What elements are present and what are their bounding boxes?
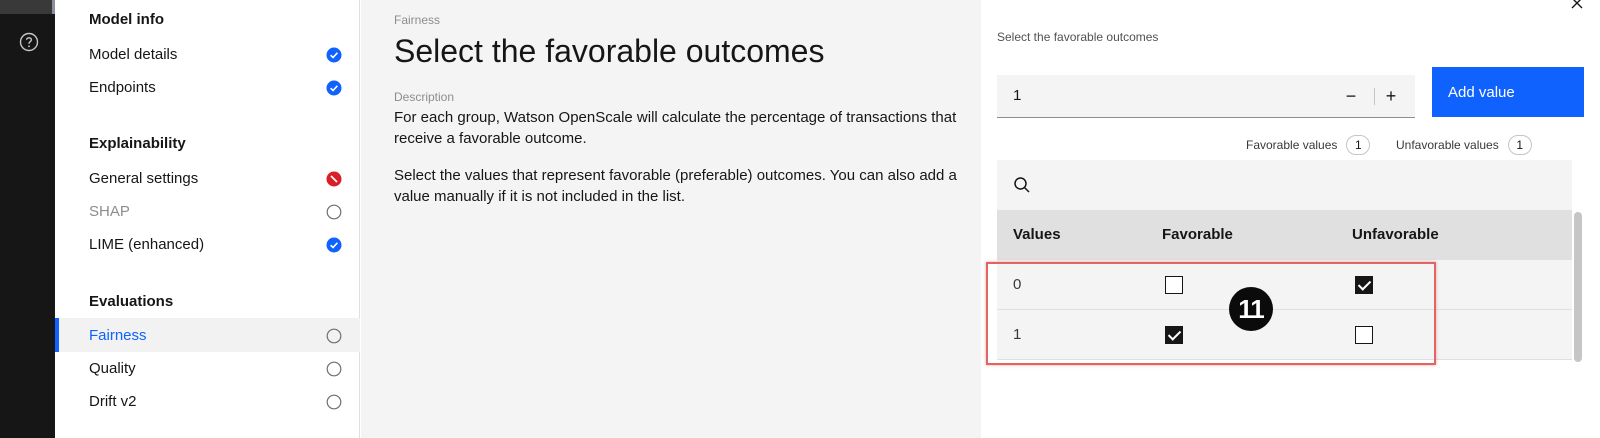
values-table: Values Favorable Unfavorable 0 1 [997,210,1572,360]
table-row: 0 [997,260,1572,310]
column-header-unfavorable: Unfavorable [1352,226,1439,243]
row-value: 1 [1013,326,1022,343]
column-header-values: Values [1013,226,1061,243]
value-number-input[interactable]: 1 − + [997,75,1415,118]
table-search[interactable] [997,160,1572,210]
favorable-outcomes-panel: Select the favorable outcomes 1 − + Add … [981,0,1600,438]
description-paragraph: For each group, Watson OpenScale will ca… [394,109,957,147]
favorable-count: Favorable values 1 [1246,135,1371,155]
sidebar-item-endpoints[interactable]: Endpoints [55,70,360,104]
favorable-checkbox[interactable] [1165,276,1183,294]
empty-circle-icon [326,361,342,377]
increment-button[interactable]: + [1377,83,1405,109]
favorable-checkbox[interactable] [1165,326,1183,344]
sidebar-item-lime[interactable]: LIME (enhanced) [55,227,360,261]
sidebar-item-label: General settings [89,169,199,187]
sidebar-item-model-details[interactable]: Model details [55,37,360,71]
description-label: Description [394,90,455,104]
check-circle-icon [326,237,342,253]
favorable-count-badge: 1 [1346,135,1371,155]
help-icon[interactable] [19,32,39,52]
number-input-value[interactable]: 1 [1013,87,1021,104]
panel-label: Select the favorable outcomes [997,30,1159,44]
table-row: 1 [997,310,1572,360]
unfavorable-values-label: Unfavorable values [1396,138,1499,152]
step-number-badge: 11 [1229,287,1273,331]
left-rail [0,0,55,438]
table-header: Values Favorable Unfavorable [997,210,1572,260]
check-circle-icon [326,47,342,63]
main-content: Fairness Select the favorable outcomes D… [361,0,981,438]
unfavorable-checkbox[interactable] [1355,326,1373,344]
column-header-favorable: Favorable [1162,226,1233,243]
empty-circle-icon [326,204,342,220]
sidebar-item-label: Quality [89,359,136,377]
sidebar-item-quality[interactable]: Quality [55,351,360,385]
sidebar-item-label: Drift v2 [89,392,137,410]
close-icon[interactable] [1569,0,1585,12]
sidebar-item-label: LIME (enhanced) [89,235,205,253]
unfavorable-count-badge: 1 [1507,135,1532,155]
sidebar: Model info Model details Endpoints Expla… [55,0,360,438]
table-scrollbar[interactable] [1574,212,1582,362]
add-value-button[interactable]: Add value [1432,67,1584,117]
breadcrumb: Fairness [394,13,441,27]
section-explainability: Explainability [89,135,186,152]
instruction-paragraph: Select the values that represent favorab… [394,167,957,205]
error-icon [326,171,342,187]
page-title: Select the favorable outcomes [394,33,825,69]
rail-top-item[interactable] [0,0,55,14]
row-value: 0 [1013,276,1022,293]
empty-circle-icon [326,328,342,344]
sidebar-item-label: Fairness [89,326,147,344]
sidebar-item-fairness[interactable]: Fairness [55,318,360,352]
sidebar-item-drift-v2[interactable]: Drift v2 [55,384,360,418]
unfavorable-checkbox[interactable] [1355,276,1373,294]
sidebar-item-label: Endpoints [89,78,156,96]
check-circle-icon [326,80,342,96]
sidebar-item-shap[interactable]: SHAP [55,194,360,228]
favorable-values-label: Favorable values [1246,138,1338,152]
empty-circle-icon [326,394,342,410]
stepper-divider [1374,88,1375,105]
sidebar-item-label: SHAP [89,202,130,220]
search-icon[interactable] [1012,175,1032,195]
unfavorable-count: Unfavorable values 1 [1396,135,1532,155]
decrement-button[interactable]: − [1337,83,1365,109]
section-model-info: Model info [89,11,164,28]
sidebar-item-label: Model details [89,45,178,63]
sidebar-item-general-settings[interactable]: General settings [55,161,360,195]
section-evaluations: Evaluations [89,293,174,310]
